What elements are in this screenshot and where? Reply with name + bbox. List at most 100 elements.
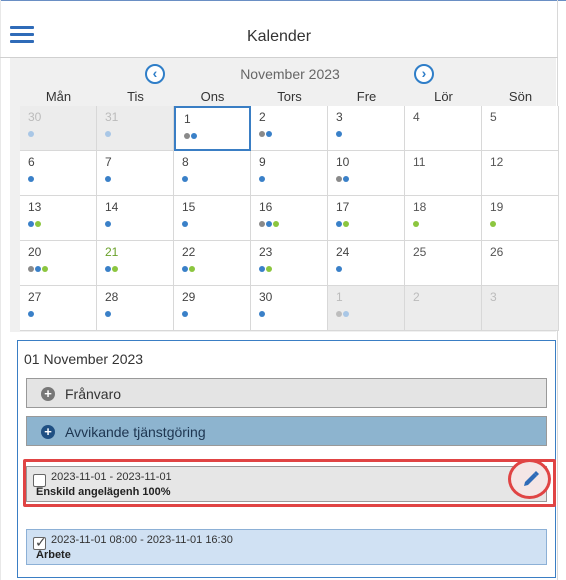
day-number: 11: [413, 155, 426, 169]
day-cell[interactable]: 18: [405, 196, 482, 241]
day-cell[interactable]: 10: [328, 151, 405, 196]
day-cell[interactable]: 13: [20, 196, 97, 241]
day-number: 20: [28, 245, 42, 259]
day-cell[interactable]: 16: [251, 196, 328, 241]
day-grid: 30 31 1 2 3 4 5 6 7 8 9 10 11 12 13 14 1…: [20, 106, 559, 332]
left-border: [0, 0, 1, 580]
add-absence-button[interactable]: + Frånvaro: [26, 378, 547, 408]
previous-month-button[interactable]: ‹: [145, 64, 165, 84]
event-dots: [105, 311, 111, 317]
day-number: 12: [490, 155, 504, 169]
event-dot: [336, 176, 342, 182]
day-cell[interactable]: 27: [20, 286, 97, 331]
day-cell[interactable]: 17: [328, 196, 405, 241]
next-month-button[interactable]: ›: [414, 64, 434, 84]
day-cell[interactable]: 19: [482, 196, 559, 241]
day-cell[interactable]: 26: [482, 241, 559, 286]
event-dots: [28, 176, 34, 182]
event-dots: [413, 221, 419, 227]
day-cell[interactable]: 8: [174, 151, 251, 196]
weekday-sat: Lör: [434, 89, 453, 104]
event-dots: [259, 131, 272, 137]
plus-circle-icon: +: [41, 387, 55, 401]
day-number: 5: [490, 110, 497, 124]
day-number: 16: [259, 200, 273, 214]
event-dot: [182, 311, 188, 317]
event-dot: [182, 176, 188, 182]
event-dot: [259, 311, 265, 317]
day-cell[interactable]: 23: [251, 241, 328, 286]
event-dots: [259, 311, 265, 317]
day-number: 15: [182, 200, 196, 214]
day-number: 10: [336, 155, 350, 169]
day-number: 3: [336, 110, 343, 124]
day-cell[interactable]: 28: [97, 286, 174, 331]
day-number: 8: [182, 155, 189, 169]
day-number: 18: [413, 200, 427, 214]
event-dots: [105, 131, 111, 137]
day-cell[interactable]: 24: [328, 241, 405, 286]
day-cell[interactable]: 30: [251, 286, 328, 331]
event-dot: [266, 221, 272, 227]
add-deviating-duty-button[interactable]: + Avvikande tjänstgöring: [26, 416, 547, 446]
day-cell[interactable]: 2: [251, 106, 328, 151]
event-dot: [112, 266, 118, 272]
day-cell[interactable]: 20: [20, 241, 97, 286]
event-dot: [413, 221, 419, 227]
edit-button[interactable]: [508, 459, 551, 499]
day-cell[interactable]: 6: [20, 151, 97, 196]
day-cell[interactable]: 14: [97, 196, 174, 241]
event-dot: [336, 311, 342, 317]
event-dot: [105, 221, 111, 227]
weekday-thu: Tors: [277, 89, 302, 104]
event-dots: [336, 311, 349, 317]
event-dots: [336, 176, 349, 182]
day-cell[interactable]: 22: [174, 241, 251, 286]
event-dots: [259, 266, 272, 272]
header: Kalender: [0, 0, 558, 58]
day-cell[interactable]: 7: [97, 151, 174, 196]
day-number: 31: [105, 110, 119, 124]
day-cell[interactable]: 11: [405, 151, 482, 196]
event-dots: [336, 221, 349, 227]
day-cell[interactable]: 9: [251, 151, 328, 196]
day-cell[interactable]: 21: [97, 241, 174, 286]
day-number: 17: [336, 200, 350, 214]
schedule-item-work[interactable]: 2023-11-01 08:00 - 2023-11-01 16:30 Arbe…: [26, 529, 547, 565]
day-cell[interactable]: 25: [405, 241, 482, 286]
event-dots: [182, 311, 188, 317]
day-number: 4: [413, 110, 420, 124]
event-dots: [105, 176, 111, 182]
day-cell[interactable]: 31: [97, 106, 174, 151]
event-dot: [259, 221, 265, 227]
event-dot: [28, 266, 34, 272]
event-dot: [189, 266, 195, 272]
day-cell[interactable]: 2: [405, 286, 482, 331]
day-cell[interactable]: 5: [482, 106, 559, 151]
event-dots: [336, 131, 342, 137]
item-type: Arbete: [36, 549, 71, 561]
event-dot: [105, 266, 111, 272]
event-dot: [343, 221, 349, 227]
event-dots: [336, 266, 342, 272]
day-number: 14: [105, 200, 119, 214]
item-date-range: 2023-11-01 08:00 - 2023-11-01 16:30: [51, 534, 233, 546]
day-cell[interactable]: 3: [328, 106, 405, 151]
day-cell[interactable]: 12: [482, 151, 559, 196]
day-cell[interactable]: 29: [174, 286, 251, 331]
day-cell[interactable]: 30: [20, 106, 97, 151]
event-dots: [182, 221, 188, 227]
day-number: 27: [28, 290, 42, 304]
selected-date-heading: 01 November 2023: [24, 351, 144, 367]
day-cell[interactable]: 1: [328, 286, 405, 331]
day-cell[interactable]: 4: [405, 106, 482, 151]
day-number: 2: [413, 290, 420, 304]
weekday-tue: Tis: [127, 89, 144, 104]
event-dot: [336, 221, 342, 227]
weekday-wed: Ons: [200, 89, 225, 104]
day-cell[interactable]: 3: [482, 286, 559, 331]
month-calendar: ‹ November 2023 › Mån Tis Ons Tors Fre L…: [10, 58, 559, 332]
day-cell-selected[interactable]: 1: [174, 106, 251, 151]
day-number: 1: [184, 112, 191, 126]
day-cell[interactable]: 15: [174, 196, 251, 241]
